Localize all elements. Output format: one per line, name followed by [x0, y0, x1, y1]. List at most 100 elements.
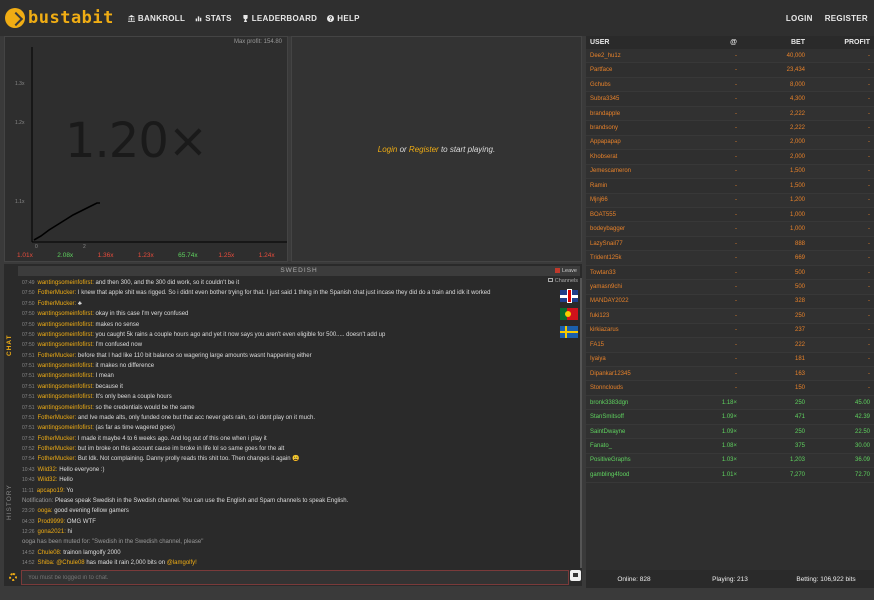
channels-label[interactable]: Channels: [544, 278, 578, 284]
player-name[interactable]: FA15: [586, 342, 694, 348]
chat-message: 07:50 wantingsomeinfofirst: you caught 5k…: [22, 330, 542, 340]
history-item[interactable]: 1.23x: [126, 252, 166, 259]
register-link[interactable]: REGISTER: [825, 14, 868, 23]
message-username[interactable]: FotherMucker:: [38, 353, 77, 359]
col-bet[interactable]: BET: [739, 39, 809, 46]
tab-history[interactable]: HISTORY: [6, 484, 13, 520]
message-username[interactable]: FotherMucker:: [38, 456, 77, 462]
message-username[interactable]: apcapo19:: [37, 488, 65, 494]
message-username[interactable]: wantingsomeinfofirst:: [38, 322, 94, 328]
message-text: Please speak Swedish in the Swedish chan…: [55, 497, 349, 504]
player-name[interactable]: Mjnj66: [586, 197, 694, 203]
history-item[interactable]: 2.08x: [45, 252, 85, 259]
player-name[interactable]: brandsony: [586, 125, 694, 131]
player-name[interactable]: Appapapap: [586, 139, 694, 145]
bet-login-link[interactable]: Login: [378, 145, 398, 154]
player-row: LazySnail77 - 888 -: [586, 237, 874, 252]
message-username[interactable]: gona2021:: [38, 529, 66, 535]
swedish-flag-icon[interactable]: [560, 326, 578, 338]
nav-leaderboard[interactable]: LEADERBOARD: [242, 14, 318, 23]
user-mention[interactable]: @Chule08: [56, 560, 84, 566]
player-name[interactable]: Khobserat: [586, 154, 694, 160]
player-profit: -: [868, 327, 870, 334]
player-name[interactable]: fuki123: [586, 313, 694, 319]
login-link[interactable]: LOGIN: [786, 14, 813, 23]
message-username[interactable]: Shiba:: [38, 560, 55, 566]
chat-message: 07:51 wantingsomeinfofirst: because it: [22, 382, 542, 392]
message-username[interactable]: wantingsomeinfofirst:: [38, 394, 94, 400]
message-username[interactable]: FotherMucker:: [38, 415, 77, 421]
player-name[interactable]: Towtan33: [586, 270, 694, 276]
message-username[interactable]: wantingsomeinfofirst:: [38, 332, 94, 338]
chat-input[interactable]: [21, 570, 569, 585]
player-row: Appapapap - 2,000 -: [586, 135, 874, 151]
bet-register-link[interactable]: Register: [409, 145, 439, 154]
player-name[interactable]: LazySnail77: [586, 241, 694, 247]
message-username[interactable]: ooga:: [38, 508, 53, 514]
message-username[interactable]: wantingsomeinfofirst:: [38, 363, 94, 369]
chat-settings-gear-icon[interactable]: [9, 573, 17, 581]
player-name[interactable]: Stonnclouds: [586, 385, 694, 391]
tab-chat[interactable]: CHAT: [6, 334, 13, 356]
message-username[interactable]: FotherMucker:: [38, 446, 77, 452]
player-name[interactable]: yamasn9chi: [586, 284, 694, 290]
message-username[interactable]: wantingsomeinfofirst:: [38, 311, 94, 317]
nav-bankroll[interactable]: BANKROLL: [127, 14, 185, 23]
message-username[interactable]: Prod9999:: [38, 519, 66, 525]
logo[interactable]: bustabit: [5, 8, 114, 28]
message-username[interactable]: Wild32:: [38, 467, 58, 473]
message-username[interactable]: wantingsomeinfofirst:: [38, 425, 94, 431]
message-username[interactable]: wantingsomeinfofirst:: [38, 342, 94, 348]
history-item[interactable]: 1.36x: [86, 252, 126, 259]
message-username[interactable]: wantingsomeinfofirst:: [38, 384, 94, 390]
player-cashout: -: [735, 67, 737, 74]
nav-stats[interactable]: STATS: [195, 14, 232, 23]
chat-scrollbar[interactable]: [580, 278, 582, 568]
player-name[interactable]: gambling4food: [586, 472, 694, 478]
player-name[interactable]: Trident125k: [586, 255, 694, 261]
col-cashout[interactable]: @: [694, 39, 739, 46]
english-flag-icon[interactable]: [560, 290, 578, 302]
player-name[interactable]: Gchubs: [586, 82, 694, 88]
player-name[interactable]: Iyaiya: [586, 356, 694, 362]
history-item[interactable]: 65.74x: [166, 252, 206, 259]
message-text: because it: [93, 383, 123, 390]
player-name[interactable]: Fanato_: [586, 443, 694, 449]
message-username[interactable]: FotherMucker:: [38, 436, 77, 442]
player-name[interactable]: Partface: [586, 67, 694, 73]
col-user[interactable]: USER: [586, 39, 694, 46]
player-name[interactable]: bodeybagger: [586, 226, 694, 232]
player-name[interactable]: PositiveGraphs: [586, 457, 694, 463]
player-name[interactable]: brandapple: [586, 111, 694, 117]
nav-help[interactable]: HELP: [327, 14, 360, 23]
player-profit: -: [868, 96, 870, 103]
player-name[interactable]: Jemescameron: [586, 168, 694, 174]
message-username[interactable]: Wild32:: [38, 477, 58, 483]
message-username[interactable]: Chule08:: [38, 550, 62, 556]
player-name[interactable]: Dipankar12345: [586, 371, 694, 377]
user-mention[interactable]: @lamgolfy!: [167, 560, 197, 566]
player-name[interactable]: MANDAY2022: [586, 298, 694, 304]
player-name[interactable]: bronk3383dgn: [586, 400, 694, 406]
message-text: okay in this case I'm very confused: [93, 311, 189, 318]
player-name[interactable]: SaintDwayne: [586, 429, 694, 435]
player-name[interactable]: BOAT555: [586, 212, 694, 218]
col-profit[interactable]: PROFIT: [809, 39, 874, 46]
player-name[interactable]: kirkiazarus: [586, 327, 694, 333]
message-username[interactable]: FotherMucker:: [38, 301, 77, 307]
leave-channel-button[interactable]: Leave: [555, 266, 577, 276]
history-item[interactable]: 1.25x: [206, 252, 246, 259]
message-username[interactable]: wantingsomeinfofirst:: [38, 405, 94, 411]
history-item[interactable]: 1.24x: [247, 252, 287, 259]
player-bet: 4,300: [789, 96, 805, 103]
player-name[interactable]: Ramin: [586, 183, 694, 189]
portuguese-flag-icon[interactable]: [560, 308, 578, 320]
player-name[interactable]: Subra3345: [586, 96, 694, 102]
message-username[interactable]: FotherMucker:: [38, 290, 77, 296]
message-username[interactable]: wantingsomeinfofirst:: [38, 373, 94, 379]
chat-send-icon[interactable]: [570, 570, 581, 581]
history-item[interactable]: 1.01x: [5, 252, 45, 259]
player-name[interactable]: StanSmitsoff: [586, 414, 694, 420]
message-username[interactable]: wantingsomeinfofirst:: [38, 280, 94, 286]
player-name[interactable]: Dee2_hu1z: [586, 53, 694, 59]
